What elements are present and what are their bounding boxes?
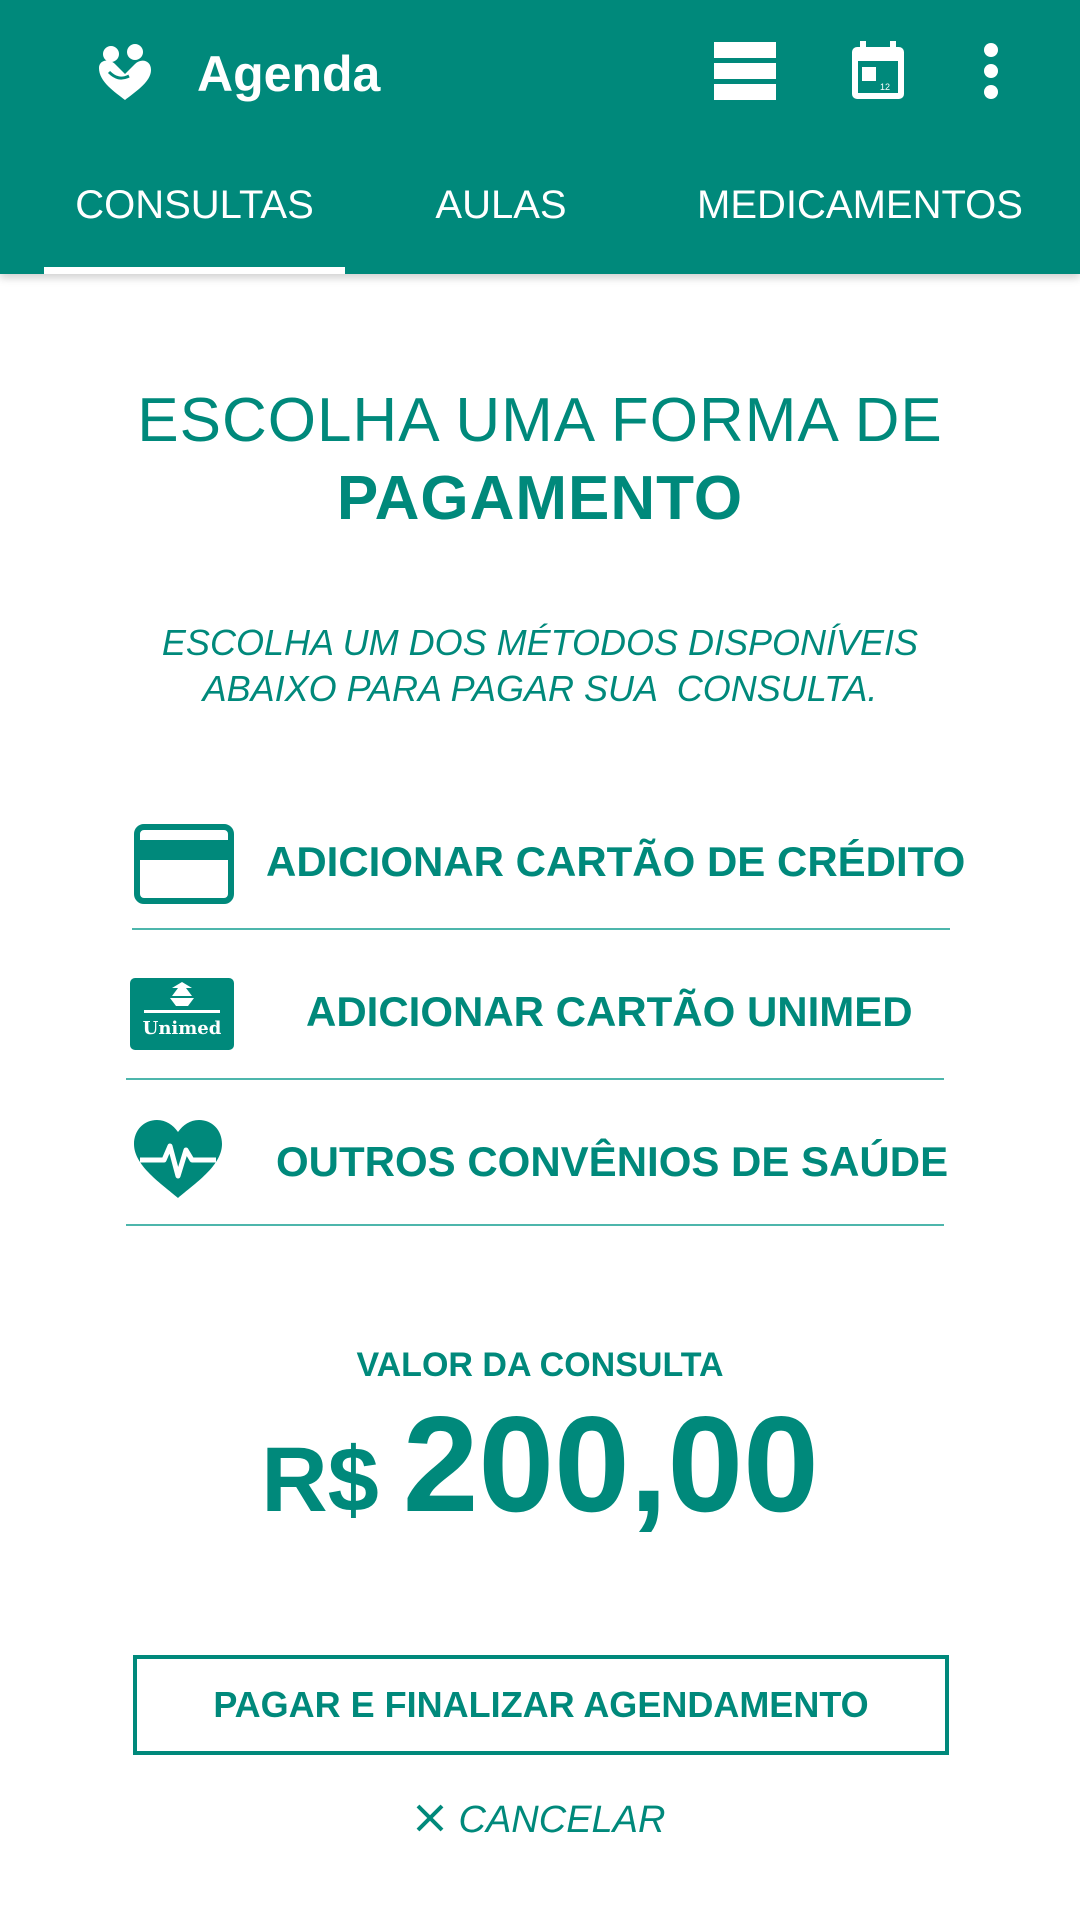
add-unimed-card-option[interactable]: Unimed ADICIONAR CARTÃO UNIMED — [126, 930, 944, 1080]
app-title: Agenda — [197, 46, 381, 102]
add-credit-card-label: ADICIONAR CARTÃO DE CRÉDITO — [266, 838, 966, 885]
calendar-button[interactable]: 12 — [845, 40, 911, 106]
tab-medicamentos[interactable]: MEDICAMENTOS — [690, 160, 1030, 274]
consultation-amount: 200,00 — [402, 1388, 819, 1540]
page-heading: ESCOLHA UMA FORMA DE PAGAMENTO — [0, 382, 1080, 538]
calendar-day: 12 — [880, 82, 890, 92]
tab-consultas[interactable]: CONSULTAS — [44, 160, 345, 274]
list-view-icon — [714, 41, 776, 105]
cancel-label: CANCELAR — [458, 1798, 666, 1841]
heart-people-icon — [95, 42, 155, 102]
cancel-button[interactable]: CANCELAR — [0, 1795, 1080, 1845]
list-view-button[interactable] — [712, 40, 778, 106]
subtitle-line-2: ABAIXO PARA PAGAR SUA CONSULTA. — [202, 668, 878, 709]
heading-line-2: PAGAMENTO — [336, 464, 744, 533]
subtitle-line-1: ESCOLHA UM DOS MÉTODOS DISPONÍVEIS — [161, 622, 919, 663]
tab-bar: CONSULTAS AULAS MEDICAMENTOS — [0, 160, 1080, 274]
active-tab-indicator — [44, 267, 345, 274]
close-icon — [415, 1803, 445, 1838]
add-credit-card-option[interactable]: ADICIONAR CARTÃO DE CRÉDITO — [132, 790, 965, 930]
add-unimed-card-label: ADICIONAR CARTÃO UNIMED — [306, 988, 913, 1035]
unimed-logo-icon: Unimed — [130, 978, 234, 1055]
more-vert-icon — [983, 42, 999, 105]
toolbar: Agenda 12 — [0, 0, 1080, 150]
more-options-button[interactable] — [958, 40, 1024, 106]
credit-card-icon — [134, 824, 234, 909]
app-bar: Agenda 12 CONSULTAS AULAS MEDICAMENTOS — [0, 0, 1080, 274]
tab-aulas[interactable]: AULAS — [390, 160, 612, 274]
consultation-value-label: VALOR DA CONSULTA — [356, 1346, 724, 1384]
heading-line-1: ESCOLHA UMA FORMA DE — [137, 386, 943, 455]
other-health-plans-option[interactable]: OUTROS CONVÊNIOS DE SAÚDE — [126, 1080, 948, 1226]
unimed-logo-text: Unimed — [143, 1018, 222, 1039]
consultation-value: R$ 200,00 — [0, 1386, 1080, 1542]
other-health-plans-label: OUTROS CONVÊNIOS DE SAÚDE — [276, 1138, 949, 1185]
currency-symbol: R$ — [261, 1429, 379, 1531]
calendar-icon: 12 — [850, 40, 906, 106]
pay-and-finish-button[interactable]: PAGAR E FINALIZAR AGENDAMENTO — [133, 1655, 949, 1755]
page-subtitle: ESCOLHA UM DOS MÉTODOS DISPONÍVEIS ABAIX… — [140, 620, 940, 712]
heart-pulse-icon — [132, 1118, 224, 1205]
